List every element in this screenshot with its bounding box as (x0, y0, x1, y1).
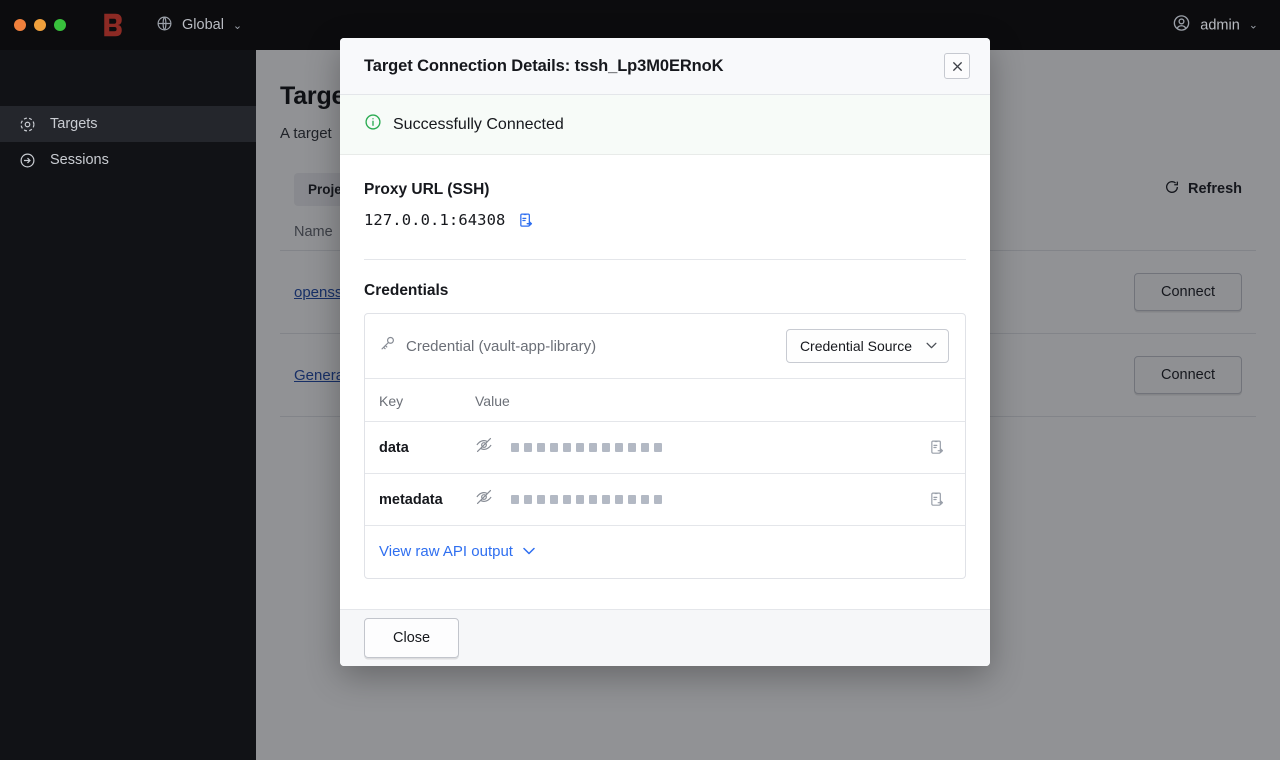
sidebar-item-label: Sessions (50, 152, 109, 168)
credential-value (461, 473, 915, 526)
scope-label: Global (182, 17, 224, 33)
boundary-logo[interactable] (96, 8, 130, 42)
chevron-down-icon (523, 546, 535, 558)
user-menu[interactable]: admin ⌄ (1172, 14, 1258, 37)
credential-key: data (365, 421, 461, 474)
masked-value (511, 443, 662, 452)
sidebar-item-label: Targets (50, 116, 98, 132)
credentials-table: Key Value data metadata (365, 379, 965, 526)
modal-footer: Close (340, 609, 990, 666)
modal-body: Proxy URL (SSH) 127.0.0.1:64308 Credenti… (340, 155, 990, 609)
credential-source-select[interactable]: Credential Source (785, 329, 949, 363)
window-minimize-button[interactable] (34, 19, 46, 31)
credential-value (461, 421, 915, 474)
credentials-panel: Credential (vault-app-library) Credentia… (364, 313, 966, 579)
masked-value (511, 495, 662, 504)
credential-source-row: Credential (vault-app-library) Credentia… (365, 314, 965, 379)
close-button[interactable]: Close (364, 618, 460, 658)
user-name-label: admin (1200, 17, 1240, 33)
column-header-copy (915, 379, 965, 422)
credential-copy-cell (915, 421, 965, 474)
credentials-header-row: Key Value (365, 379, 965, 422)
column-header-value: Value (461, 379, 915, 422)
status-banner-text: Successfully Connected (393, 115, 564, 133)
chevron-down-icon: ⌄ (232, 19, 243, 32)
app-window: Global ⌄ admin ⌄ Targets Sessions Target… (0, 0, 1280, 760)
credential-source-info: Credential (vault-app-library) (379, 335, 596, 357)
chevron-down-icon: ⌄ (1248, 19, 1258, 32)
eye-off-icon[interactable] (475, 488, 493, 511)
raw-api-output-row: View raw API output (365, 526, 965, 578)
sidebar-item-targets[interactable]: Targets (0, 106, 256, 142)
credential-key: metadata (365, 473, 461, 526)
user-circle-icon (1172, 14, 1191, 37)
view-raw-api-output-label: View raw API output (379, 543, 513, 560)
proxy-url-value: 127.0.0.1:64308 (364, 211, 506, 229)
credentials-heading: Credentials (364, 282, 449, 299)
sidebar-item-sessions[interactable]: Sessions (0, 142, 256, 178)
sidebar: Targets Sessions (0, 50, 256, 760)
proxy-url-row: 127.0.0.1:64308 (364, 211, 966, 229)
view-raw-api-output-link[interactable]: View raw API output (379, 543, 535, 560)
credential-source-select-label: Credential Source (799, 338, 912, 354)
table-row: data (365, 421, 965, 474)
copy-icon[interactable] (929, 439, 951, 456)
key-icon (379, 335, 396, 357)
copy-icon[interactable] (929, 491, 951, 508)
window-close-button[interactable] (14, 19, 26, 31)
proxy-url-label: Proxy URL (SSH) (364, 181, 490, 198)
section-divider (364, 259, 966, 260)
column-header-key: Key (365, 379, 461, 422)
connection-details-modal: Target Connection Details: tssh_Lp3M0ERn… (340, 38, 990, 666)
window-maximize-button[interactable] (54, 19, 66, 31)
close-icon[interactable] (944, 53, 970, 79)
credential-source-name: Credential (vault-app-library) (406, 337, 597, 355)
table-row: metadata (365, 473, 965, 526)
eye-off-icon[interactable] (475, 436, 493, 459)
info-circle-icon (364, 113, 382, 136)
target-icon (18, 116, 36, 133)
window-traffic-lights (0, 19, 66, 31)
credential-copy-cell (915, 473, 965, 526)
status-banner: Successfully Connected (340, 95, 990, 155)
globe-icon (156, 15, 173, 36)
scope-picker[interactable]: Global ⌄ (156, 15, 242, 36)
copy-icon[interactable] (518, 212, 535, 229)
session-arrow-icon (18, 152, 36, 169)
modal-title: Target Connection Details: tssh_Lp3M0ERn… (364, 57, 724, 75)
chevron-down-icon (926, 340, 937, 352)
modal-header: Target Connection Details: tssh_Lp3M0ERn… (340, 38, 990, 95)
